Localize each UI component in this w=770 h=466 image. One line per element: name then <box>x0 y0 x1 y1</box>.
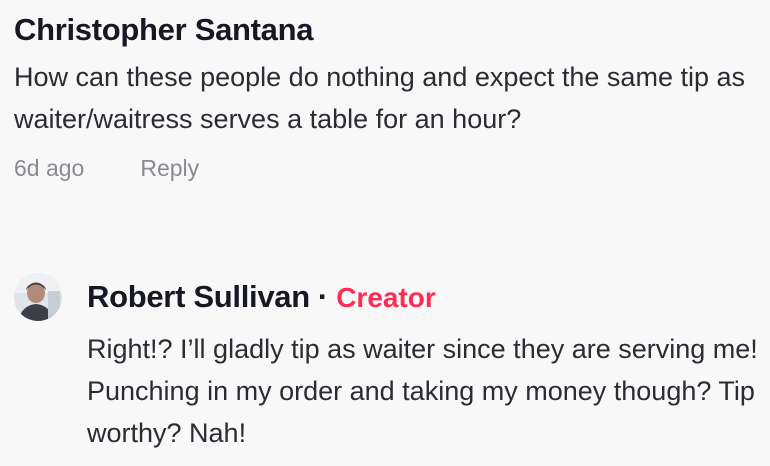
reply-button[interactable]: Reply <box>140 148 199 188</box>
comment-text: How can these people do nothing and expe… <box>14 62 745 134</box>
comment-author[interactable]: Christopher Santana <box>14 10 754 50</box>
reply-text: Right!? I’ll gladly tip as waiter since … <box>87 334 758 448</box>
separator-dot: · <box>317 279 329 314</box>
comment-timestamp: 6d ago <box>14 155 85 181</box>
reply-header: Robert Sullivan · Creator <box>87 271 770 324</box>
avatar-photo-icon <box>14 273 62 321</box>
reply-author[interactable]: Robert Sullivan <box>87 271 310 323</box>
comment-item: Christopher Santana How can these people… <box>14 0 754 188</box>
avatar[interactable] <box>14 273 62 321</box>
comment-meta: 6d ago Reply <box>14 148 754 188</box>
creator-badge: Creator <box>336 282 436 313</box>
reply-body: Robert Sullivan · Creator Right!? I’ll g… <box>87 271 770 454</box>
